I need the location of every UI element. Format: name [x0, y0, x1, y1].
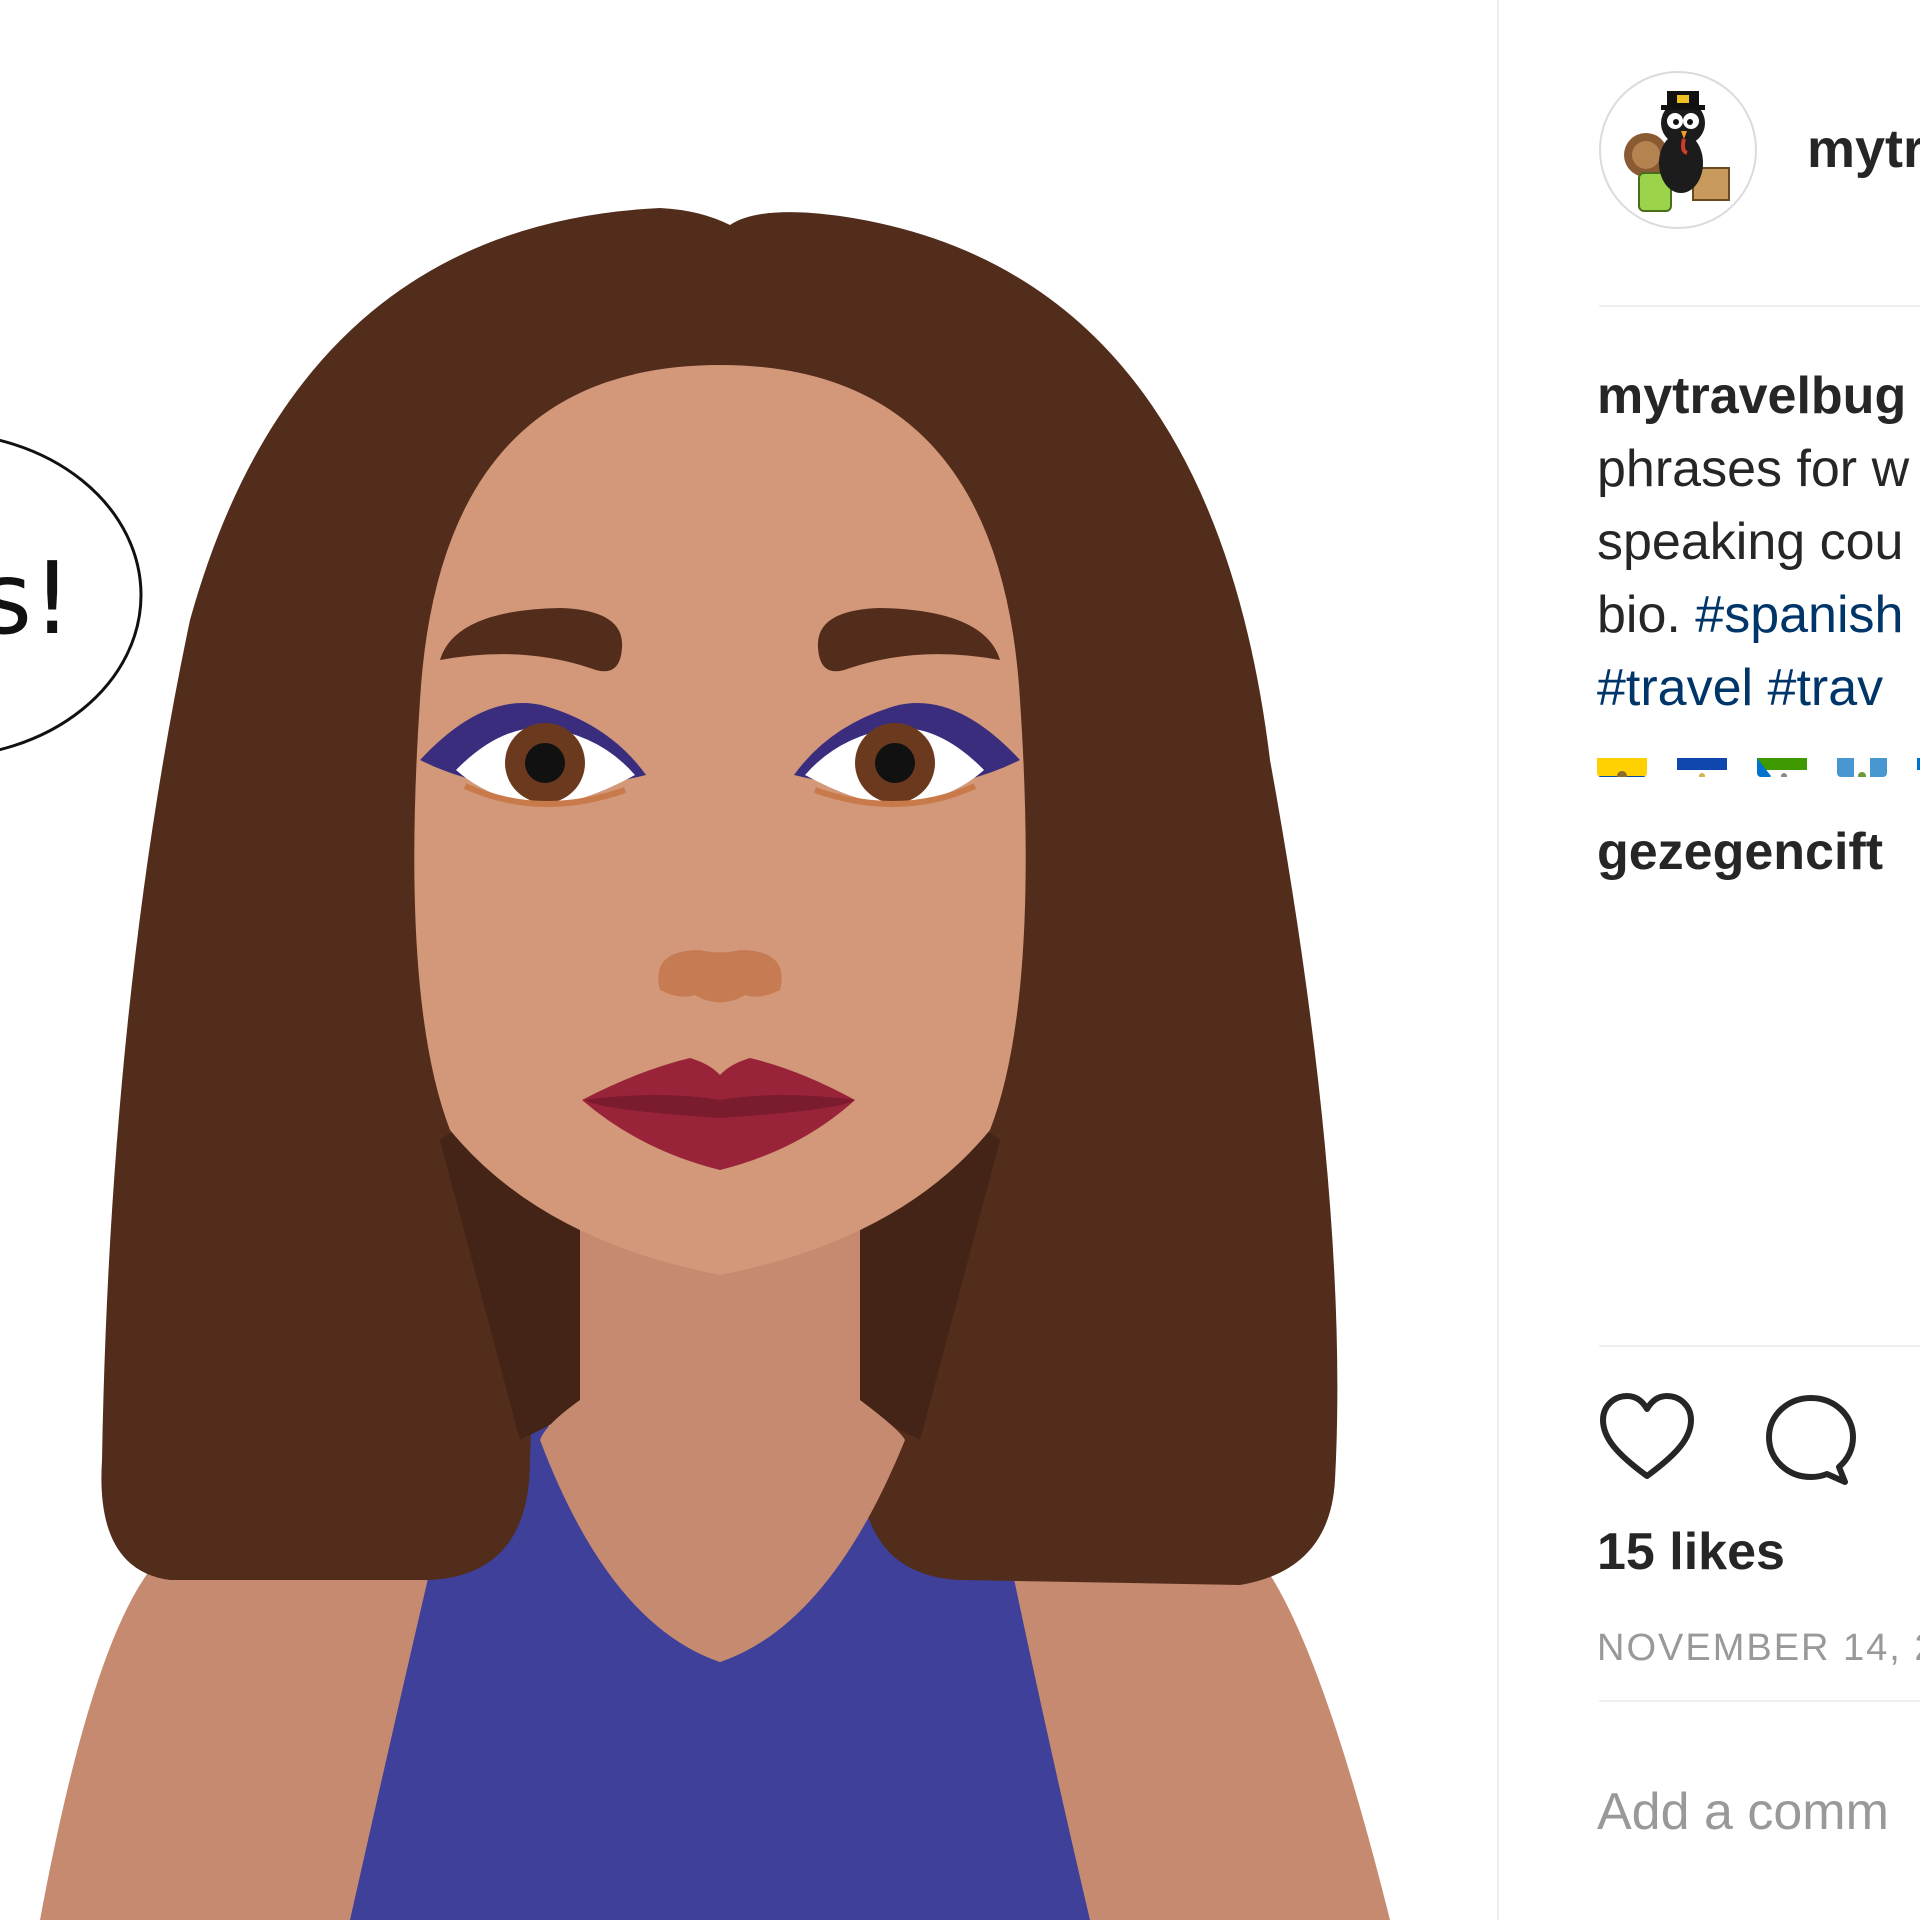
comments-divider	[1599, 1345, 1920, 1347]
side-panel: mytr mytravelbug phrases for w speaking …	[1499, 0, 1920, 1920]
flag-guatemala-icon	[1837, 741, 1887, 777]
header-divider	[1599, 305, 1920, 307]
add-comment-input[interactable]: Add a comm	[1597, 1782, 1889, 1842]
add-comment-divider	[1599, 1700, 1920, 1702]
comment-username[interactable]: gezegencift	[1597, 822, 1883, 882]
likes-count[interactable]: 15 likes	[1597, 1522, 1785, 1582]
post-date[interactable]: NOVEMBER 14, 2	[1597, 1627, 1920, 1670]
hashtag-travel[interactable]: #travel	[1597, 659, 1753, 717]
caption-line-3: speaking cou	[1597, 513, 1904, 571]
header-username[interactable]: mytr	[1807, 118, 1920, 180]
flag-emoji-row	[1597, 729, 1920, 789]
post-caption: mytravelbug phrases for w speaking cou b…	[1597, 360, 1920, 789]
caption-line-4: bio. #spanish	[1597, 579, 1920, 652]
post-image[interactable]: s!	[0, 0, 1497, 1920]
profile-avatar[interactable]	[1599, 71, 1757, 229]
caption-line-2: phrases for w	[1597, 440, 1910, 498]
flag-equatorial-guinea-icon	[1757, 741, 1807, 777]
flag-el-salvador-icon	[1677, 741, 1727, 777]
caption-line-5: #travel #trav	[1597, 652, 1920, 725]
caption-username[interactable]: mytravelbug	[1597, 360, 1920, 433]
comment-icon[interactable]	[1761, 1390, 1861, 1490]
speech-bubble: s!	[0, 438, 143, 752]
caption-line-4-text: bio.	[1597, 586, 1696, 644]
heart-icon[interactable]	[1597, 1390, 1697, 1490]
speech-bubble-text: s!	[0, 540, 72, 657]
flag-ecuador-icon	[1597, 741, 1647, 777]
hashtag-trav[interactable]: #trav	[1768, 659, 1884, 717]
turkey-traveler-avatar-icon	[1624, 91, 1730, 212]
post-illustration: s!	[0, 208, 1390, 1920]
nose	[658, 950, 782, 1003]
hashtag-spanish[interactable]: #spanish	[1695, 586, 1903, 644]
